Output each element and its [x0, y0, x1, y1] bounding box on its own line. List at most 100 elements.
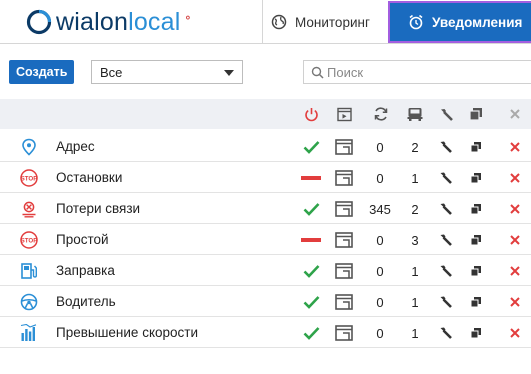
- trigger-count: 0: [376, 294, 384, 310]
- notification-name: Превышение скорости: [56, 325, 198, 340]
- copy-icon[interactable]: [469, 324, 483, 342]
- unit-count: 3: [411, 232, 419, 248]
- disabled-dash-icon[interactable]: [300, 231, 322, 249]
- delete-icon[interactable]: [508, 231, 522, 249]
- globe-icon: [271, 14, 287, 30]
- wialon-local-logo[interactable]: wialonlocal °: [26, 8, 190, 36]
- stop-sign-icon: STOP: [20, 231, 38, 249]
- trigger-count: 345: [369, 201, 391, 217]
- edit-wrench-icon[interactable]: [438, 231, 454, 249]
- connection-loss-icon: [20, 200, 38, 218]
- enabled-check-icon[interactable]: [300, 200, 322, 218]
- unit-count: 1: [411, 170, 419, 186]
- nav-notifications-tab[interactable]: Уведомления: [388, 1, 531, 43]
- schedule-icon[interactable]: [334, 231, 354, 249]
- search-input[interactable]: [327, 64, 507, 80]
- unit-count: 1: [411, 325, 419, 341]
- schedule-icon[interactable]: [334, 324, 354, 342]
- delete-icon[interactable]: [508, 200, 522, 218]
- alarm-clock-icon: [408, 14, 424, 30]
- refresh-icon[interactable]: [372, 106, 390, 122]
- copy-icon[interactable]: [467, 106, 485, 122]
- power-icon[interactable]: [302, 106, 320, 122]
- edit-wrench-icon[interactable]: [438, 200, 454, 218]
- logo-text-local: local: [128, 8, 181, 36]
- logo-mark-icon: °: [185, 13, 191, 27]
- table-row[interactable]: Заправка 0 1: [0, 255, 531, 286]
- nav-monitoring-label: Мониторинг: [295, 14, 370, 30]
- trigger-count: 0: [376, 139, 384, 155]
- copy-icon[interactable]: [469, 200, 483, 218]
- delete-icon[interactable]: [508, 324, 522, 342]
- delete-icon[interactable]: [508, 293, 522, 311]
- trigger-count: 0: [376, 325, 384, 341]
- steering-wheel-icon: [20, 293, 38, 311]
- edit-wrench-icon[interactable]: [438, 169, 454, 187]
- table-row[interactable]: Адрес 0 2: [0, 131, 531, 162]
- schedule-icon[interactable]: [334, 200, 354, 218]
- schedule-icon[interactable]: [334, 293, 354, 311]
- notification-name: Водитель: [56, 294, 116, 309]
- wrench-icon[interactable]: [437, 106, 455, 122]
- table-row[interactable]: Превышение скорости 0 1: [0, 317, 531, 348]
- schedule-icon[interactable]: [334, 169, 354, 187]
- enabled-check-icon[interactable]: [300, 262, 322, 280]
- top-header: wialonlocal ° Мониторинг Уведомления: [0, 0, 531, 44]
- edit-wrench-icon[interactable]: [438, 293, 454, 311]
- notification-name: Адрес: [56, 139, 95, 154]
- unit-count: 1: [411, 294, 419, 310]
- copy-icon[interactable]: [469, 262, 483, 280]
- nav-notifications-label: Уведомления: [432, 14, 523, 30]
- unit-count: 1: [411, 263, 419, 279]
- schedule-icon[interactable]: [334, 138, 354, 156]
- copy-icon[interactable]: [469, 138, 483, 156]
- enabled-check-icon[interactable]: [300, 138, 322, 156]
- copy-icon[interactable]: [469, 231, 483, 249]
- table-header: [0, 99, 531, 129]
- svg-text:STOP: STOP: [21, 176, 38, 183]
- logo-text-wialon: wialon: [56, 8, 129, 36]
- edit-wrench-icon[interactable]: [438, 324, 454, 342]
- trigger-count: 0: [376, 170, 384, 186]
- filter-select[interactable]: Все: [91, 60, 243, 84]
- enabled-check-icon[interactable]: [300, 324, 322, 342]
- speed-bars-icon: [20, 324, 38, 342]
- disabled-dash-icon[interactable]: [300, 169, 322, 187]
- schedule-icon[interactable]: [334, 262, 354, 280]
- table-row[interactable]: Водитель 0 1: [0, 286, 531, 317]
- toolbar: Создать Все: [0, 58, 531, 88]
- notification-name: Заправка: [56, 263, 115, 278]
- logo-ring-icon: [26, 9, 52, 35]
- fuel-station-icon: [20, 262, 38, 280]
- copy-icon[interactable]: [469, 293, 483, 311]
- chevron-down-icon: [224, 70, 234, 76]
- enabled-check-icon[interactable]: [300, 293, 322, 311]
- notification-name: Остановки: [56, 170, 123, 185]
- notification-name: Простой: [56, 232, 109, 247]
- delete-icon[interactable]: [506, 106, 524, 122]
- delete-icon[interactable]: [508, 262, 522, 280]
- svg-text:STOP: STOP: [21, 238, 38, 245]
- search-icon: [311, 66, 324, 79]
- table-row[interactable]: STOP Простой 0 3: [0, 224, 531, 255]
- edit-wrench-icon[interactable]: [438, 138, 454, 156]
- location-icon: [20, 138, 38, 156]
- copy-icon[interactable]: [469, 169, 483, 187]
- table-row[interactable]: Потери связи 345 2: [0, 193, 531, 224]
- delete-icon[interactable]: [508, 169, 522, 187]
- search-box[interactable]: [303, 60, 531, 84]
- trigger-count: 0: [376, 232, 384, 248]
- filter-select-value: Все: [100, 64, 123, 80]
- vehicle-icon[interactable]: [406, 106, 424, 122]
- stop-sign-icon: STOP: [20, 169, 38, 187]
- notification-name: Потери связи: [56, 201, 141, 216]
- table-row[interactable]: STOP Остановки 0 1: [0, 162, 531, 193]
- edit-wrench-icon[interactable]: [438, 262, 454, 280]
- delete-icon[interactable]: [508, 138, 522, 156]
- unit-count: 2: [411, 139, 419, 155]
- trigger-count: 0: [376, 263, 384, 279]
- calendar-icon[interactable]: [335, 106, 353, 122]
- create-button[interactable]: Создать: [9, 60, 75, 84]
- nav-monitoring-tab[interactable]: Мониторинг: [263, 0, 387, 44]
- unit-count: 2: [411, 201, 419, 217]
